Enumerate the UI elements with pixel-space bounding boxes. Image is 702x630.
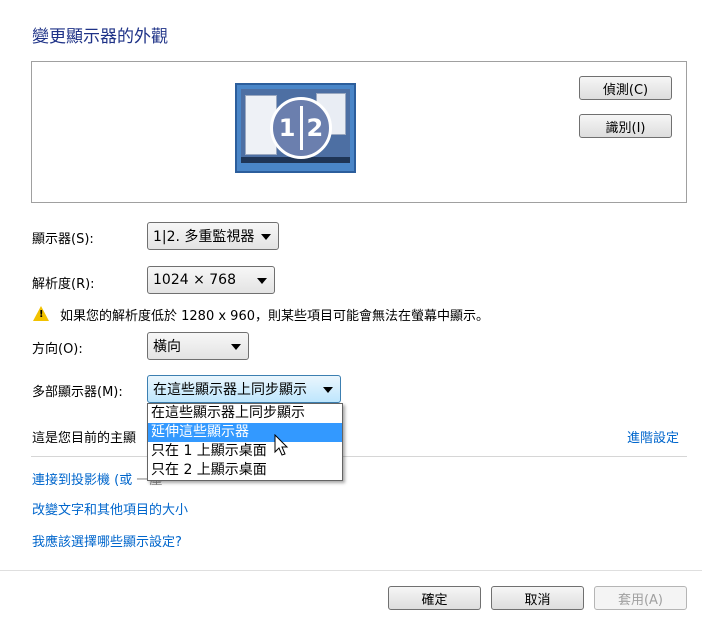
display-select-value: 1|2. 多重監視器: [153, 229, 255, 245]
resolution-label: 解析度(R):: [32, 277, 95, 292]
badge-separator: [299, 106, 303, 150]
multi-display-select[interactable]: 在這些顯示器上同步顯示: [147, 375, 341, 403]
ok-button[interactable]: 確定: [388, 586, 481, 610]
orientation-select[interactable]: 橫向: [147, 332, 249, 360]
orientation-select-value: 橫向: [153, 339, 181, 355]
warning-text: 如果您的解析度低於 1280 x 960，則某些項目可能會無法在螢幕中顯示。: [60, 309, 489, 324]
text-size-link[interactable]: 改變文字和其他項目的大小: [32, 499, 188, 518]
mouse-cursor-icon: [274, 434, 289, 456]
detect-button[interactable]: 偵測(C): [579, 76, 672, 100]
dropdown-option-only-2[interactable]: 只在 2 上顯示桌面: [148, 461, 342, 480]
display-preview: 1 2 偵測(C) 識別(I): [31, 61, 687, 203]
monitor-number-1: 1: [278, 114, 296, 142]
multi-display-select-value: 在這些顯示器上同步顯示: [153, 382, 307, 398]
chevron-down-icon: [231, 344, 241, 350]
section-divider: [31, 456, 687, 457]
connect-projector-link[interactable]: 連接到投影機 (或 一塵: [32, 469, 162, 488]
orientation-label: 方向(O):: [32, 342, 83, 357]
main-display-text: 這是您目前的主顯: [32, 431, 137, 446]
cancel-button[interactable]: 取消: [491, 586, 584, 610]
resolution-select[interactable]: 1024 × 768: [147, 266, 275, 294]
monitor-screen: 1 2: [241, 89, 350, 163]
advanced-settings-link[interactable]: 進階設定: [627, 427, 679, 446]
monitor-number-badge: 1 2: [270, 97, 332, 159]
multi-display-label: 多部顯示器(M):: [32, 385, 123, 400]
monitor-number-2: 2: [306, 114, 324, 142]
dropdown-option-duplicate[interactable]: 在這些顯示器上同步顯示: [148, 404, 342, 423]
display-label: 顯示器(S):: [32, 232, 94, 247]
dropdown-option-only-1[interactable]: 只在 1 上顯示桌面: [148, 442, 342, 461]
dropdown-option-extend[interactable]: 延伸這些顯示器: [148, 423, 342, 442]
multi-display-dropdown: 在這些顯示器上同步顯示 延伸這些顯示器 只在 1 上顯示桌面 只在 2 上顯示桌…: [147, 403, 343, 481]
footer-divider: [0, 570, 702, 571]
display-select[interactable]: 1|2. 多重監視器: [147, 222, 279, 250]
chevron-down-icon: [323, 387, 333, 393]
projector-link-text: 連接到投影機 (或: [32, 473, 133, 488]
monitor-graphic[interactable]: 1 2: [235, 83, 356, 173]
page-title: 變更顯示器的外觀: [32, 27, 168, 47]
chevron-down-icon: [257, 278, 267, 284]
chevron-down-icon: [261, 234, 271, 240]
apply-button[interactable]: 套用(A): [594, 586, 687, 610]
display-settings-help-link[interactable]: 我應該選擇哪些顯示設定?: [32, 531, 182, 550]
resolution-select-value: 1024 × 768: [153, 272, 236, 288]
identify-button[interactable]: 識別(I): [579, 114, 672, 138]
warning-icon: !: [33, 306, 49, 321]
